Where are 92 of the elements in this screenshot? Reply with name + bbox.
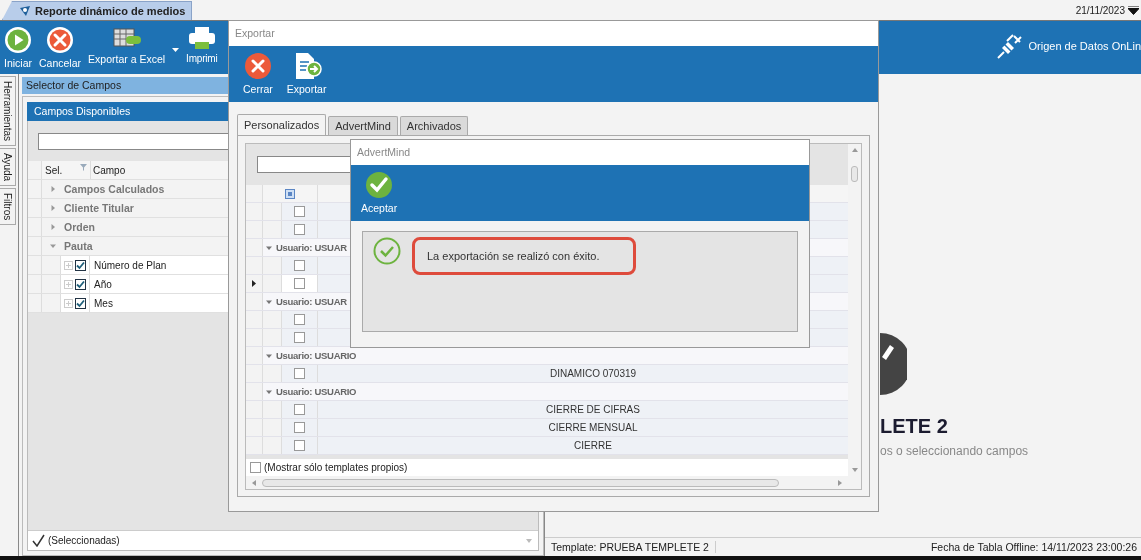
template-name[interactable]: CIERRE MENSUAL: [548, 422, 638, 433]
filter-label: (Seleccionadas): [48, 535, 120, 546]
group-label[interactable]: Orden: [64, 221, 95, 233]
scroll-down-icon[interactable]: [851, 468, 858, 472]
toolbar-button[interactable]: Exportar a Excel: [88, 26, 166, 65]
dialog-title: Exportar: [229, 21, 878, 46]
group-label[interactable]: Usuario: USUAR: [276, 296, 347, 307]
row-header-cell[interactable]: [246, 221, 263, 238]
scroll-thumb[interactable]: [851, 166, 858, 182]
scroll-up-icon[interactable]: [851, 148, 858, 152]
plug-icon: [996, 31, 1025, 60]
checkbox[interactable]: [294, 260, 305, 271]
toolbar-button[interactable]: Cancelar: [39, 26, 82, 69]
row-header-cell[interactable]: [246, 311, 263, 328]
data-source-button[interactable]: Origen de Datos OnLin: [996, 31, 1141, 60]
caret-icon[interactable]: [172, 48, 180, 52]
checkbox[interactable]: [294, 440, 305, 451]
column-header[interactable]: Sel.: [42, 161, 91, 179]
row-header-cell[interactable]: [246, 365, 263, 382]
close-icon: [243, 52, 272, 80]
side-tab[interactable]: Ayuda: [0, 148, 16, 187]
message-text: La exportación se realizó con éxito.: [412, 237, 636, 275]
checkbox[interactable]: [75, 259, 86, 271]
group-label[interactable]: Usuario: USUARIO: [276, 350, 357, 361]
toolbar-button[interactable]: Imprimi: [186, 26, 218, 64]
dropdown-arrow-icon[interactable]: [1128, 5, 1139, 15]
document-tab[interactable]: Reporte dinámico de medios: [2, 1, 193, 20]
checkbox[interactable]: [75, 297, 86, 309]
group-label[interactable]: Pauta: [64, 240, 93, 252]
group-label[interactable]: Usuario: USUAR: [276, 242, 347, 253]
checkmark-icon: [365, 171, 394, 199]
checkbox[interactable]: [294, 224, 305, 235]
close-icon: [46, 26, 75, 54]
status-offline-date: Fecha de Tabla Offline: 14/11/2023 23:00:26: [930, 541, 1137, 553]
app-logo-icon: [19, 5, 31, 17]
scroll-right-icon[interactable]: [838, 479, 842, 486]
template-name[interactable]: DINAMICO 070319: [549, 368, 637, 379]
expand-arrow-icon[interactable]: [50, 224, 56, 230]
filter-icon[interactable]: [80, 163, 88, 171]
checkbox-label[interactable]: (Mostrar sólo templates propios): [264, 462, 408, 473]
checkbox[interactable]: [294, 332, 305, 343]
checkbox[interactable]: [294, 206, 305, 217]
checkbox[interactable]: [294, 404, 305, 415]
play-icon: [4, 26, 32, 54]
tab[interactable]: Personalizados: [237, 114, 327, 135]
group-label[interactable]: Usuario: USUARIO: [276, 386, 357, 397]
checkbox[interactable]: [294, 368, 305, 379]
status-template: Template: PRUEBA TEMPLETE 2: [551, 541, 716, 553]
group-label[interactable]: Campos Calculados: [64, 183, 165, 195]
spreadsheet-icon: [111, 26, 142, 50]
checkbox[interactable]: [294, 314, 305, 325]
row-header-cell[interactable]: [246, 329, 263, 346]
tab[interactable]: AdvertMind: [328, 116, 398, 135]
row-header-cell[interactable]: [246, 437, 263, 454]
collapse-arrow-icon[interactable]: [266, 298, 272, 305]
row-header-cell[interactable]: [246, 401, 263, 418]
horizontal-scrollbar[interactable]: [246, 476, 848, 489]
row-header-cell[interactable]: [246, 257, 263, 274]
side-tab[interactable]: Filtros: [0, 188, 16, 226]
expand-arrow-icon[interactable]: [50, 205, 56, 211]
template-name[interactable]: CIERRE: [574, 440, 612, 451]
scroll-left-icon[interactable]: [252, 479, 256, 486]
success-icon: [373, 237, 401, 265]
checkbox[interactable]: [294, 278, 305, 289]
checkbox[interactable]: [250, 462, 261, 473]
dialog-title: AdvertMind: [351, 140, 809, 165]
date-text: 21/11/2023: [1075, 4, 1125, 16]
side-tab[interactable]: Herramientas: [0, 76, 16, 147]
row-header-cell[interactable]: [246, 419, 263, 436]
checkbox[interactable]: [75, 278, 86, 290]
current-row-icon: [252, 280, 256, 287]
collapse-arrow-icon[interactable]: [266, 388, 272, 395]
tab[interactable]: Archivados: [399, 116, 469, 135]
document-title: Reporte dinámico de medios: [35, 5, 186, 17]
toolbar-button[interactable]: Iniciar: [4, 26, 32, 69]
expand-arrow-icon[interactable]: [50, 186, 56, 192]
select-all-checkbox[interactable]: [285, 188, 295, 199]
checkbox[interactable]: [294, 422, 305, 433]
accept-button[interactable]: Aceptar: [361, 171, 398, 221]
scroll-thumb[interactable]: [262, 478, 779, 487]
collapse-arrow-icon[interactable]: [50, 243, 56, 249]
template-name[interactable]: CIERRE DE CIFRAS: [546, 404, 640, 415]
checkmark-icon[interactable]: [32, 534, 45, 547]
vertical-scrollbar[interactable]: [848, 144, 861, 489]
row-header-cell[interactable]: [246, 203, 263, 220]
group-label[interactable]: Cliente Titular: [64, 202, 134, 214]
printer-icon: [188, 26, 215, 50]
template-title: LETE 2: [880, 415, 949, 438]
collapse-arrow-icon[interactable]: [266, 244, 272, 251]
hint-text: os o seleccionando campos: [880, 444, 1030, 458]
row-header-cell[interactable]: [246, 275, 263, 292]
collapse-arrow-icon[interactable]: [266, 352, 272, 359]
